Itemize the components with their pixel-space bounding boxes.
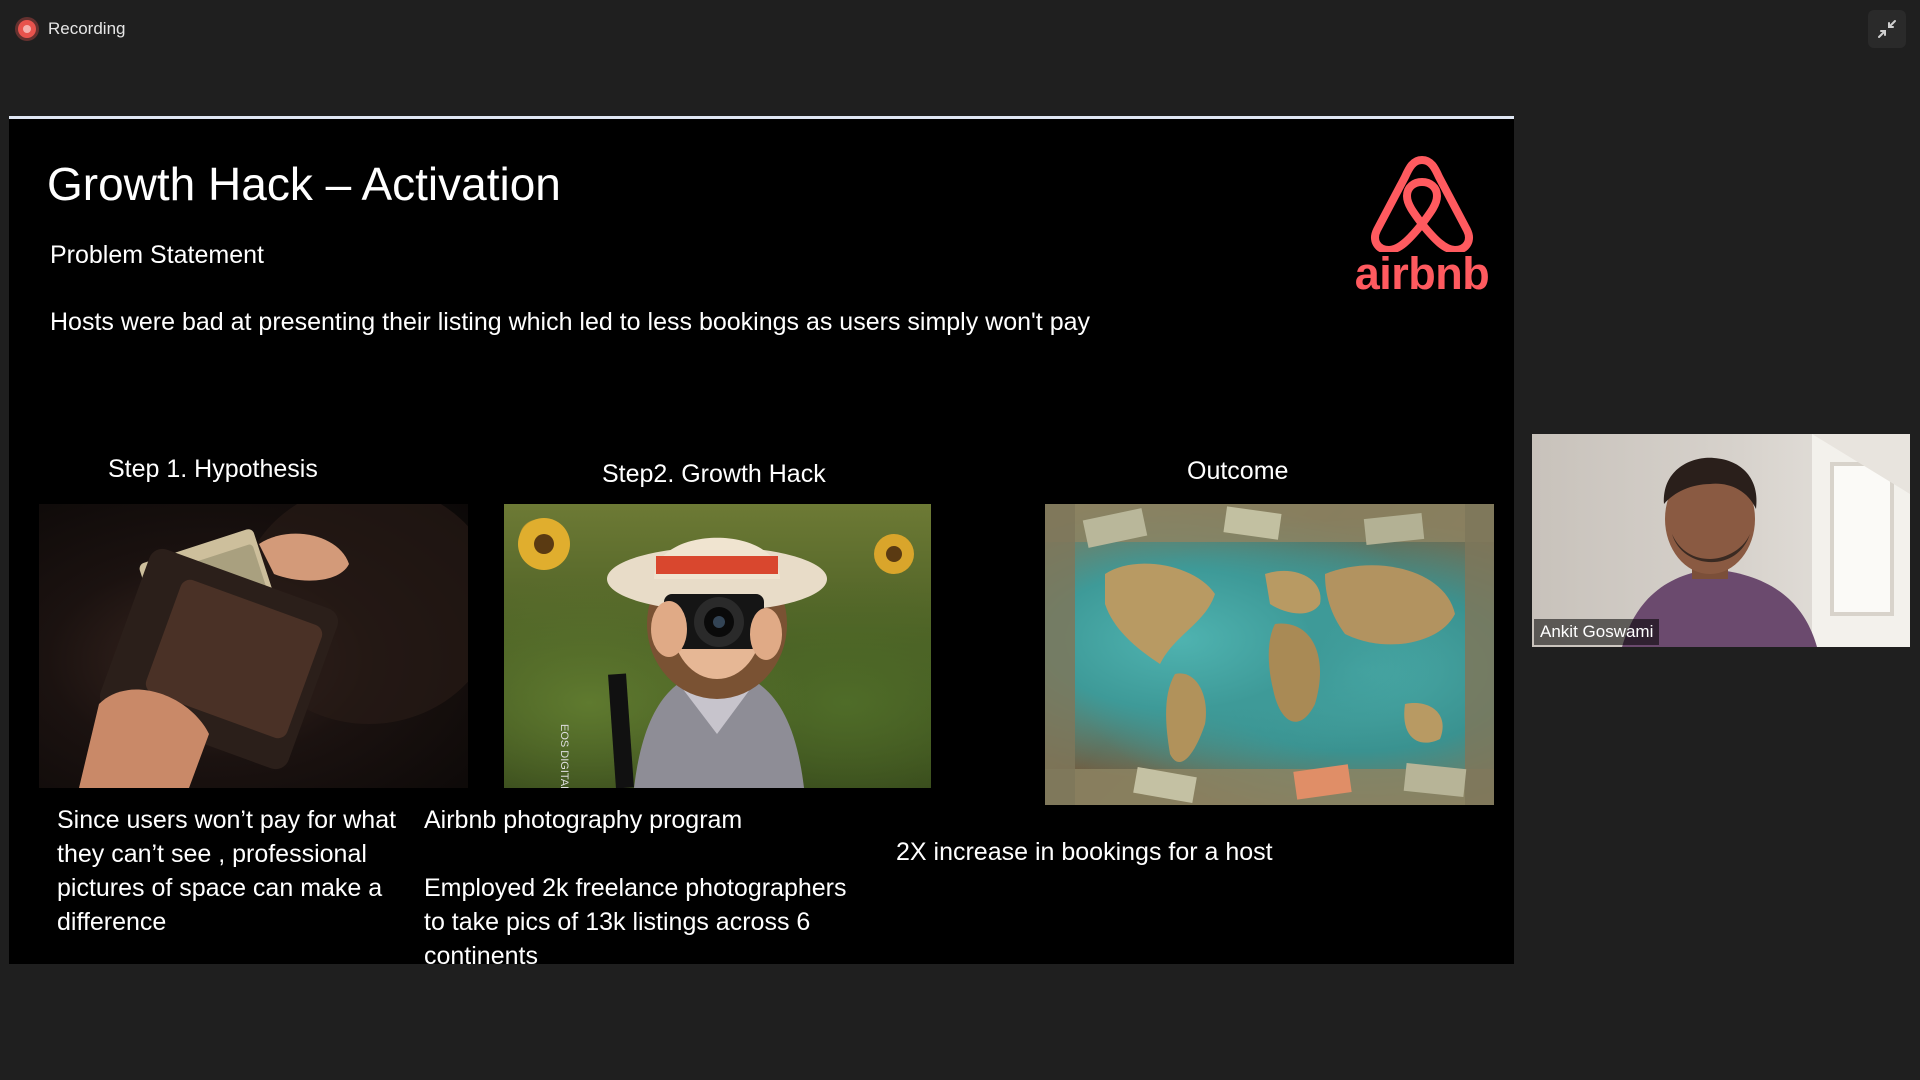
participant-video: [1622, 434, 1910, 647]
recording-dot-icon: [18, 20, 36, 38]
growth-hack-text: Airbnb photography program Employed 2k f…: [424, 803, 864, 964]
minimize-icon: [1878, 20, 1896, 38]
exit-fullscreen-button[interactable]: [1868, 10, 1906, 48]
participant-video-tile[interactable]: Ankit Goswami: [1532, 434, 1910, 647]
column-title-hypothesis: Step 1. Hypothesis: [108, 455, 318, 483]
participant-name: Ankit Goswami: [1534, 619, 1660, 645]
slide-title: Growth Hack – Activation: [47, 158, 561, 210]
growth-hack-line-1: Airbnb photography program: [424, 806, 743, 834]
problem-text: Hosts were bad at presenting their listi…: [50, 308, 1091, 336]
shared-slide: Growth Hack – Activation Problem Stateme…: [9, 116, 1514, 964]
photographer-image: EOS DIGITAL: [504, 504, 931, 788]
outcome-text: 2X increase in bookings for a host: [896, 835, 1396, 869]
problem-heading: Problem Statement: [50, 241, 264, 269]
recording-indicator[interactable]: Recording: [18, 16, 126, 42]
airbnb-belo-icon: [1371, 156, 1473, 254]
airbnb-wordmark: airbnb: [1354, 248, 1490, 299]
recording-label: Recording: [48, 19, 126, 38]
growth-hack-line-2: Employed 2k freelance photographers to t…: [424, 874, 847, 964]
column-title-growth-hack: Step2. Growth Hack: [602, 460, 826, 488]
airbnb-logo: airbnb: [1347, 152, 1497, 312]
wallet-with-cash-image: [39, 504, 468, 788]
camera-strap-text: EOS DIGITAL: [558, 724, 570, 788]
world-map-with-money-image: [1045, 504, 1494, 805]
column-title-outcome: Outcome: [1187, 457, 1289, 485]
hypothesis-text: Since users won’t pay for what they can’…: [57, 803, 437, 939]
outcome-line: 2X increase in bookings for a host: [896, 838, 1273, 866]
hypothesis-line: Since users won’t pay for what they can’…: [57, 806, 397, 936]
